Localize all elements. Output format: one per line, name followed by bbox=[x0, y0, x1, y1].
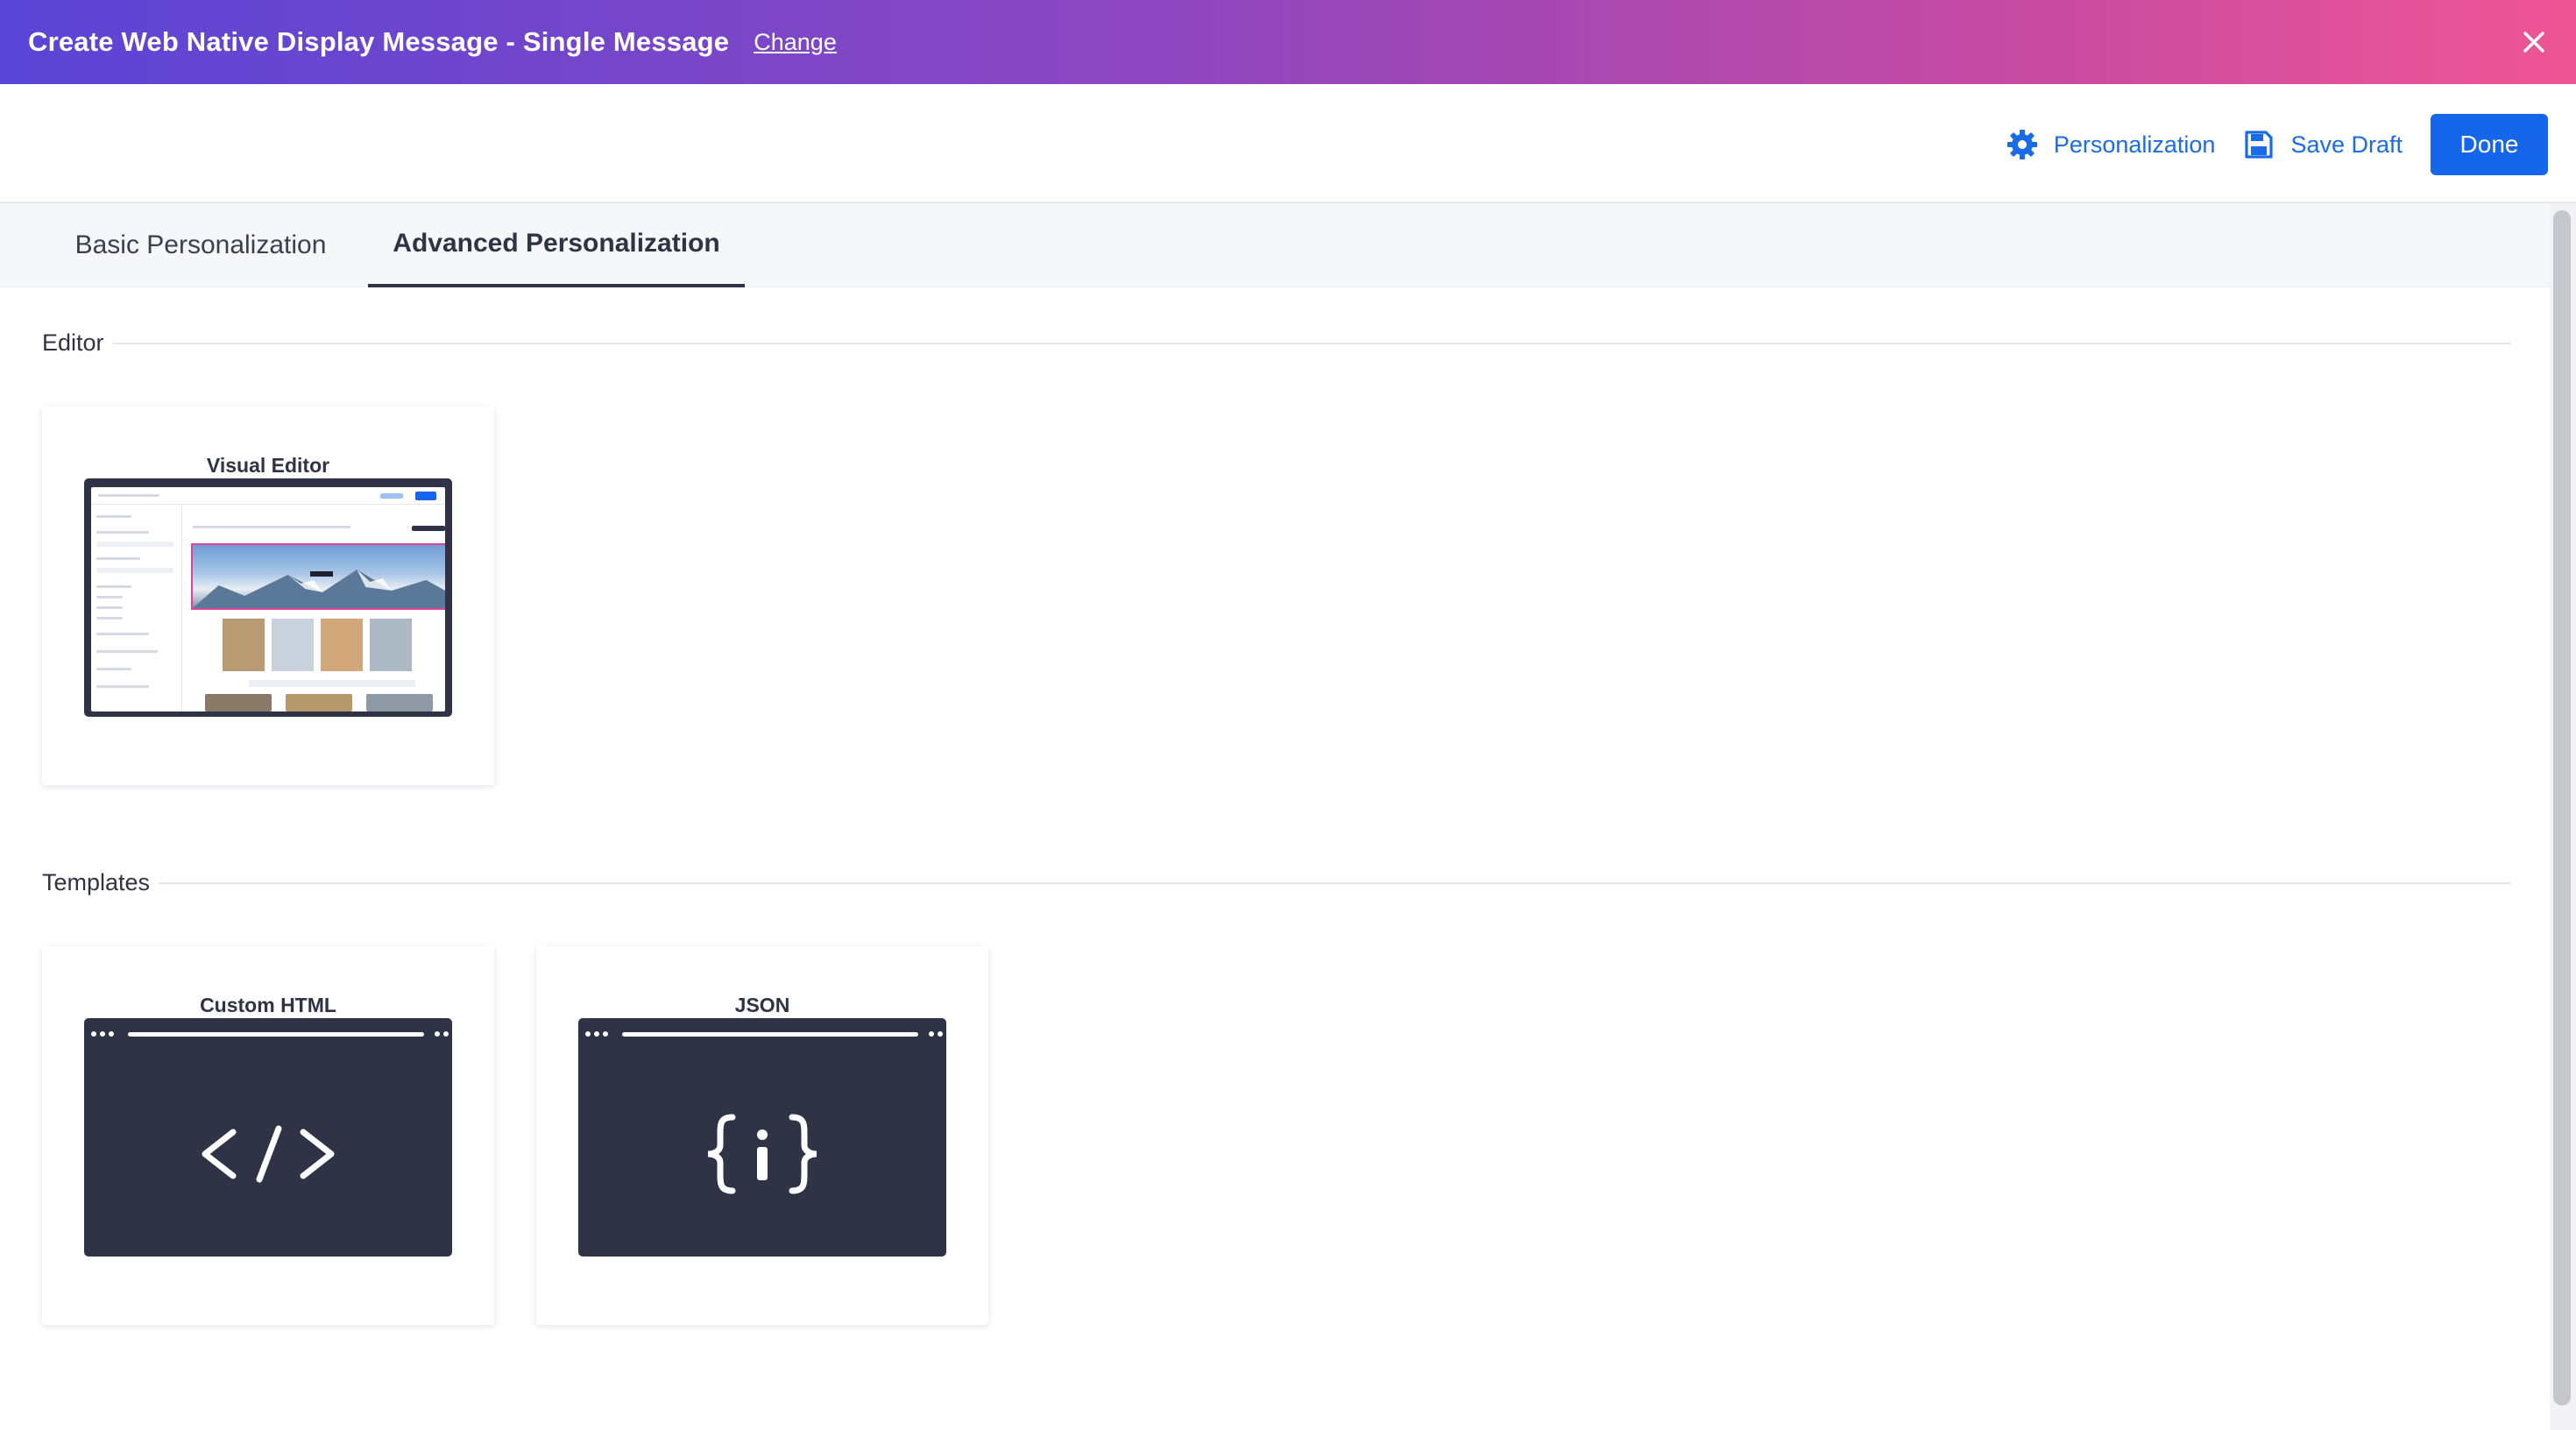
section-templates-label: Templates bbox=[42, 869, 151, 896]
modal-title: Create Web Native Display Message - Sing… bbox=[28, 26, 730, 57]
action-group: Personalization Save Draft Done bbox=[2006, 114, 2548, 175]
card-json[interactable]: JSON bbox=[536, 946, 988, 1325]
save-draft-label: Save Draft bbox=[2290, 131, 2403, 158]
card-title: Custom HTML bbox=[200, 994, 336, 1016]
curly-braces-icon bbox=[578, 1071, 946, 1237]
modal-header: Create Web Native Display Message - Sing… bbox=[0, 0, 2576, 84]
floppy-disk-icon bbox=[2243, 129, 2275, 160]
card-title: JSON bbox=[734, 994, 790, 1016]
code-brackets-icon bbox=[84, 1071, 452, 1237]
json-preview-image bbox=[578, 1018, 946, 1257]
mini-photo bbox=[272, 619, 314, 671]
section-divider bbox=[159, 881, 2511, 884]
browser-chrome bbox=[578, 1027, 946, 1041]
card-custom-html[interactable]: Custom HTML bbox=[42, 946, 494, 1325]
section-divider bbox=[112, 342, 2511, 344]
card-visual-editor[interactable]: Visual Editor bbox=[42, 407, 494, 785]
gear-icon bbox=[2006, 129, 2038, 160]
mini-toolbar bbox=[91, 487, 445, 505]
tab-advanced-personalization[interactable]: Advanced Personalization bbox=[368, 203, 745, 287]
mini-hero-banner bbox=[191, 543, 445, 610]
save-draft-button[interactable]: Save Draft bbox=[2243, 129, 2403, 160]
browser-chrome bbox=[84, 1027, 452, 1041]
section-editor-header: Editor bbox=[42, 329, 2511, 357]
close-icon bbox=[2523, 32, 2544, 53]
mini-photo bbox=[223, 619, 265, 671]
personalization-label: Personalization bbox=[2053, 131, 2216, 158]
personalization-tabs: Basic Personalization Advanced Personali… bbox=[0, 203, 2550, 287]
mini-sidebar bbox=[91, 505, 182, 711]
done-button[interactable]: Done bbox=[2431, 114, 2548, 175]
change-link[interactable]: Change bbox=[754, 29, 837, 56]
mini-photo bbox=[321, 619, 363, 671]
card-title: Visual Editor bbox=[206, 454, 330, 477]
personalization-button[interactable]: Personalization bbox=[2006, 129, 2216, 160]
custom-html-preview-image bbox=[84, 1018, 452, 1257]
scrollbar-thumb[interactable] bbox=[2553, 210, 2571, 1405]
section-templates-header: Templates bbox=[42, 869, 2511, 896]
visual-editor-preview-image bbox=[84, 478, 452, 717]
close-button[interactable] bbox=[2513, 21, 2555, 63]
tab-basic-personalization[interactable]: Basic Personalization bbox=[49, 203, 352, 287]
mini-editor-screenshot bbox=[91, 487, 445, 711]
action-bar: Personalization Save Draft Done bbox=[0, 84, 2576, 203]
section-editor-label: Editor bbox=[42, 329, 104, 356]
mini-photo bbox=[370, 619, 412, 671]
